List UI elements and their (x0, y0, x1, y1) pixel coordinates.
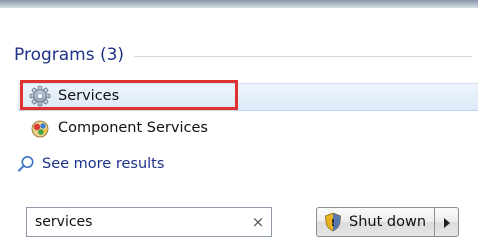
section-divider (134, 56, 472, 57)
result-item-component-services[interactable]: Component Services (28, 115, 208, 141)
component-services-icon (28, 116, 52, 140)
shield-icon: ! (323, 212, 343, 232)
clear-search-button[interactable]: × (245, 209, 271, 235)
search-icon (14, 152, 38, 176)
see-more-results-link[interactable]: See more results (14, 151, 164, 177)
svg-text:!: ! (331, 218, 336, 229)
search-field[interactable]: × (26, 207, 272, 237)
programs-section-header: Programs (3) (14, 44, 472, 66)
shutdown-options-button[interactable] (435, 207, 460, 237)
shutdown-button[interactable]: ! Shut down (316, 207, 436, 237)
shutdown-label: Shut down (349, 214, 427, 230)
result-item-label: Component Services (58, 120, 208, 136)
search-input[interactable] (27, 209, 245, 235)
chevron-right-icon (443, 213, 451, 232)
shutdown-control: ! Shut down (316, 207, 460, 237)
red-annotation-box (20, 80, 238, 110)
programs-header-label: Programs (3) (14, 45, 125, 65)
start-menu-top-border (0, 0, 478, 8)
see-more-label: See more results (42, 156, 165, 172)
